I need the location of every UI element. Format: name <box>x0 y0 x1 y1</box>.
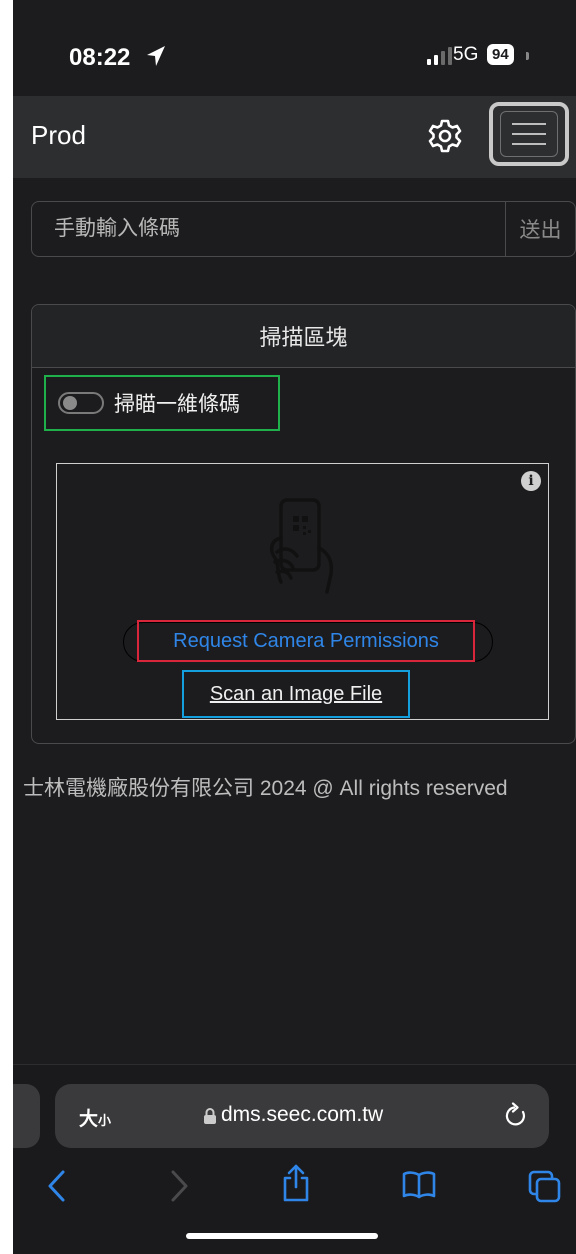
previous-tab-peek[interactable] <box>13 1084 40 1148</box>
bookmarks-icon[interactable] <box>401 1169 437 1201</box>
tabs-icon[interactable] <box>527 1169 563 1203</box>
text-size-small: 小 <box>98 1113 112 1128</box>
qr-scanner-region: i Request Camera Permissions Scan an Ima… <box>56 463 549 720</box>
navbar: Prod <box>13 96 576 178</box>
hamburger-icon <box>500 111 558 157</box>
barcode-mode-switch-group[interactable]: 掃瞄一維條碼 <box>44 375 280 431</box>
browser-bottom-bar: 大小 dms.seec.com.tw <box>13 1064 576 1254</box>
home-indicator[interactable] <box>186 1233 378 1239</box>
camera-permission-area: Request Camera Permissions <box>123 620 493 662</box>
status-time: 08:22 <box>69 44 131 71</box>
request-camera-permissions-button[interactable]: Request Camera Permissions <box>137 620 475 662</box>
share-icon[interactable] <box>281 1163 311 1203</box>
address-bar[interactable]: 大小 dms.seec.com.tw <box>55 1084 549 1148</box>
browser-toolbar <box>13 1163 576 1219</box>
barcode-mode-switch[interactable] <box>58 392 104 414</box>
battery-tip <box>526 52 529 60</box>
battery-icon: 94 <box>487 44 514 65</box>
reload-icon[interactable] <box>503 1102 529 1130</box>
gear-icon[interactable] <box>427 118 463 154</box>
scan-card-header: 掃描區塊 <box>32 305 575 368</box>
phone-in-hand-icon <box>269 498 334 594</box>
back-icon[interactable] <box>45 1169 69 1203</box>
submit-button[interactable]: 送出 <box>505 202 575 256</box>
menu-toggle-button[interactable] <box>489 102 569 166</box>
lock-icon <box>204 1108 216 1124</box>
text-size-main: 大 <box>79 1109 99 1130</box>
scan-image-file-link[interactable]: Scan an Image File <box>182 670 410 718</box>
scan-card: 掃描區塊 掃瞄一維條碼 i Request Camera Permissions… <box>31 304 576 744</box>
info-icon[interactable]: i <box>521 471 541 491</box>
status-bar: 08:22 5G 94 <box>13 0 576 96</box>
barcode-input-group: 送出 <box>31 201 576 257</box>
navbar-brand[interactable]: Prod <box>31 120 86 151</box>
footer-copyright: 士林電機廠股份有限公司 2024 @ All rights reserved <box>23 777 508 800</box>
forward-icon[interactable] <box>167 1169 191 1203</box>
barcode-input[interactable] <box>32 202 505 256</box>
location-arrow-icon <box>147 46 165 66</box>
url-text[interactable]: dms.seec.com.tw <box>221 1103 383 1127</box>
signal-icon <box>427 47 452 65</box>
phone-screen: 08:22 5G 94 Prod 送出 掃描區塊 掃瞄一維條碼 <box>13 0 576 1254</box>
network-type: 5G <box>453 44 479 65</box>
text-size-button[interactable]: 大小 <box>79 1104 111 1131</box>
barcode-mode-label[interactable]: 掃瞄一維條碼 <box>114 388 240 418</box>
